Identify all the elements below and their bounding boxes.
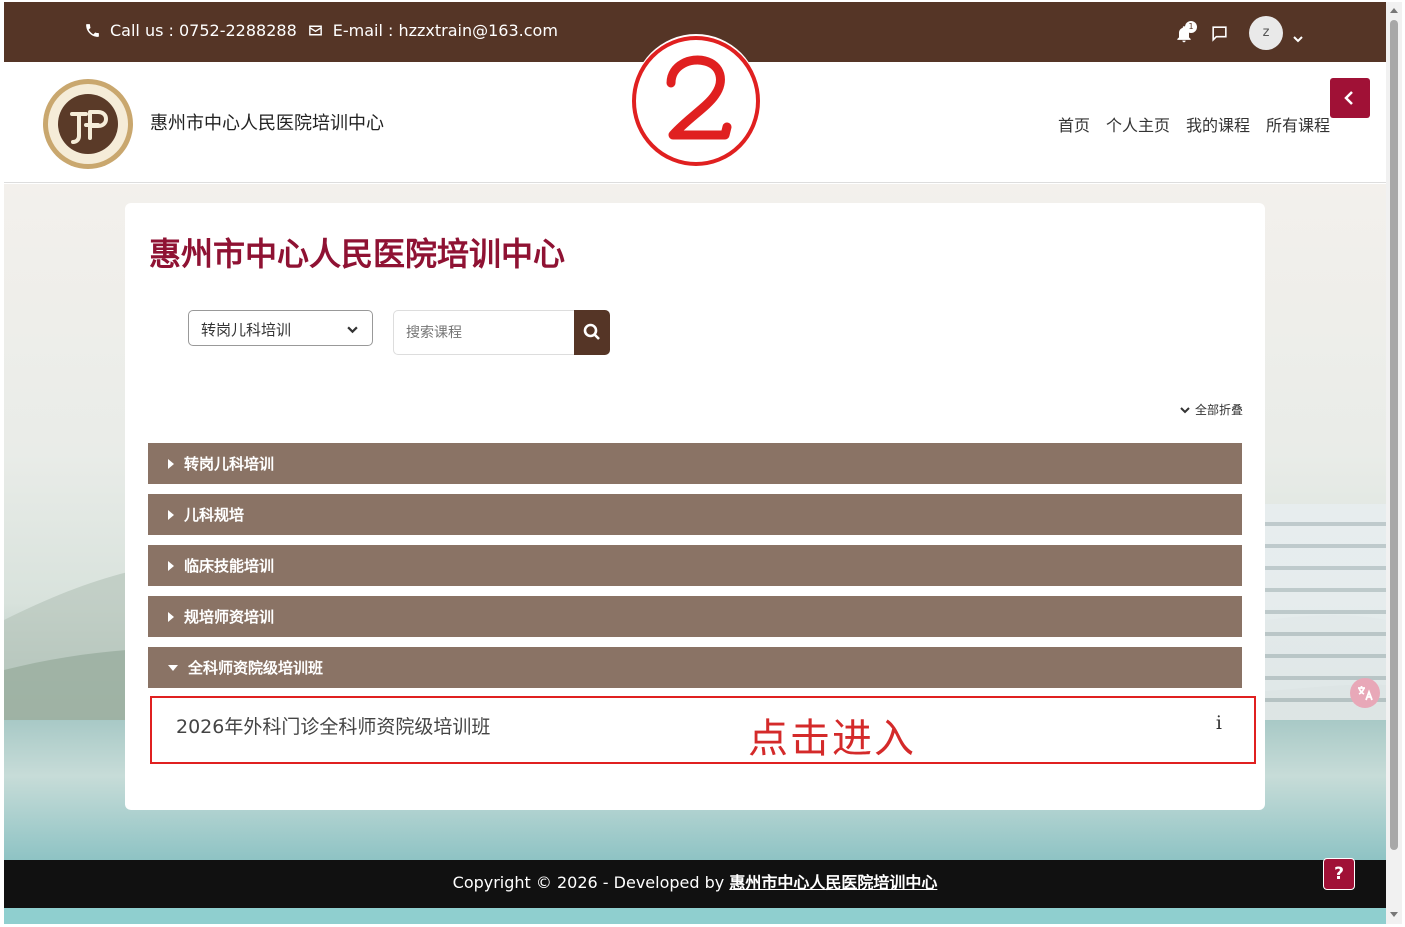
category-label: 儿科规培 xyxy=(184,506,245,524)
category-select-value: 转岗儿科培训 xyxy=(201,321,292,339)
translate-icon xyxy=(1358,686,1373,701)
translate-button[interactable] xyxy=(1350,678,1380,708)
user-menu-toggle[interactable] xyxy=(1293,29,1303,42)
search-input[interactable] xyxy=(393,310,574,355)
chat-icon xyxy=(1212,25,1227,42)
nav-my-courses[interactable]: 我的课程 xyxy=(1186,112,1250,136)
page-title: 惠州市中心人民医院培训中心 xyxy=(149,235,566,273)
category-clinical-skills[interactable]: 临床技能培训 xyxy=(148,545,1242,586)
site-name[interactable]: 惠州市中心人民医院培训中心 xyxy=(150,109,384,135)
browser-viewport: Call us : 0752-2288288 E-mail : hzzxtrai… xyxy=(4,2,1386,924)
messages-button[interactable] xyxy=(1210,24,1249,43)
category-label: 规培师资培训 xyxy=(184,608,275,626)
main-nav: 首页 个人主页 我的课程 所有课程 xyxy=(1042,112,1330,136)
category-gp-faculty[interactable]: 全科师资院级培训班 xyxy=(148,647,1242,688)
chevron-down-icon xyxy=(347,326,358,334)
chevron-down-icon xyxy=(1180,406,1190,413)
category-pediatric-residency[interactable]: 儿科规培 xyxy=(148,494,1242,535)
category-faculty-training[interactable]: 规培师资培训 xyxy=(148,596,1242,637)
hospital-logo[interactable] xyxy=(42,78,134,170)
avatar[interactable]: z xyxy=(1249,16,1283,50)
nav-home[interactable]: 首页 xyxy=(1058,112,1090,136)
phone-icon xyxy=(86,24,99,37)
help-button[interactable]: ? xyxy=(1323,858,1355,890)
caret-down-icon xyxy=(168,664,178,671)
drawer-toggle-button[interactable] xyxy=(1330,78,1370,118)
search-button[interactable] xyxy=(574,310,610,355)
category-label: 全科师资院级培训班 xyxy=(188,659,324,677)
user-tools: 1 z xyxy=(1174,16,1303,50)
footer: Copyright © 2026 - Developed by 惠州市中心人民医… xyxy=(4,860,1386,908)
notifications-button[interactable]: 1 xyxy=(1174,21,1197,45)
chevron-left-icon xyxy=(1344,91,1353,105)
scroll-down-arrow[interactable] xyxy=(1390,912,1398,917)
course-item[interactable]: 2026年外科门诊全科师资院级培训班 点击进入 i xyxy=(150,696,1256,764)
course-link[interactable]: 2026年外科门诊全科师资院级培训班 xyxy=(176,712,490,739)
category-pediatric-transfer[interactable]: 转岗儿科培训 xyxy=(148,443,1242,484)
chevron-down-icon xyxy=(1293,35,1303,42)
caret-right-icon xyxy=(168,458,174,469)
category-label: 临床技能培训 xyxy=(184,557,275,575)
scroll-up-arrow[interactable] xyxy=(1390,8,1398,13)
step-number-text: ② xyxy=(627,27,628,28)
category-label: 转岗儿科培训 xyxy=(184,455,275,473)
click-enter-annotation: 点击进入 xyxy=(748,716,916,762)
scroll-thumb[interactable] xyxy=(1390,20,1398,850)
collapse-all-link[interactable]: 全部折叠 xyxy=(1180,401,1243,418)
scrollbar[interactable] xyxy=(1386,2,1402,924)
phone-text: Call us : 0752-2288288 xyxy=(110,21,297,40)
caret-right-icon xyxy=(168,509,174,520)
info-icon[interactable]: i xyxy=(1216,712,1222,734)
caret-right-icon xyxy=(168,611,174,622)
copyright-text: Copyright © 2026 - Developed by xyxy=(452,873,725,892)
envelope-icon xyxy=(308,25,322,36)
course-card: 惠州市中心人民医院培训中心 转岗儿科培训 全部折叠 转岗儿科培训 儿科规培 临床… xyxy=(125,203,1265,810)
notification-badge: 1 xyxy=(1185,21,1197,33)
contact-info: Call us : 0752-2288288 E-mail : hzzxtrai… xyxy=(84,21,558,40)
nav-all-courses[interactable]: 所有课程 xyxy=(1266,112,1330,136)
step-number-annotation: ② xyxy=(627,27,760,166)
developer-link[interactable]: 惠州市中心人民医院培训中心 xyxy=(729,873,937,892)
caret-right-icon xyxy=(168,560,174,571)
category-select[interactable]: 转岗儿科培训 xyxy=(188,310,373,346)
collapse-all-label: 全部折叠 xyxy=(1194,403,1243,417)
bottom-strip xyxy=(4,908,1386,924)
search-icon xyxy=(583,323,600,340)
email-text: E-mail : hzzxtrain@163.com xyxy=(332,21,558,40)
nav-profile[interactable]: 个人主页 xyxy=(1106,112,1170,136)
